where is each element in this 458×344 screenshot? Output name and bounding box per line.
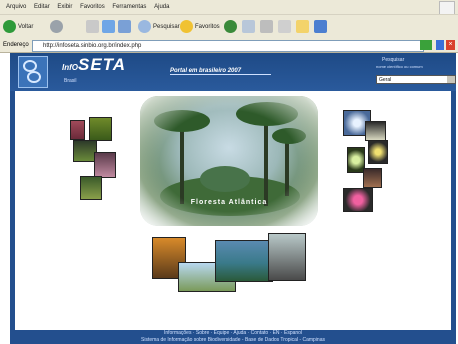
footer-subtitle: Sistema de Informação sobre Biodiversida… bbox=[141, 337, 325, 343]
menu-view[interactable]: Exibir bbox=[57, 4, 72, 10]
thumb-plant-2[interactable] bbox=[89, 117, 112, 141]
history-button[interactable] bbox=[224, 19, 239, 35]
refresh-icon bbox=[102, 19, 115, 33]
stop-icon bbox=[86, 19, 99, 33]
forward-arrow-icon bbox=[50, 19, 63, 33]
back-button[interactable]: Voltar bbox=[3, 19, 33, 35]
thumb-flower-1[interactable] bbox=[70, 120, 85, 140]
address-label: Endereço bbox=[3, 42, 29, 48]
thumb-flower-5[interactable] bbox=[363, 168, 382, 188]
thumb-landscape-3[interactable] bbox=[215, 240, 273, 282]
menu-favorites[interactable]: Favoritos bbox=[80, 4, 105, 10]
menu-edit[interactable]: Editar bbox=[34, 4, 50, 10]
browser-menubar: Arquivo Editar Exibir Favoritos Ferramen… bbox=[0, 0, 458, 15]
close-icon[interactable]: × bbox=[446, 40, 455, 50]
messenger-icon bbox=[314, 19, 327, 33]
search-category-select[interactable]: Geral bbox=[376, 75, 456, 84]
menu-file[interactable]: Arquivo bbox=[6, 4, 26, 10]
site-header: InfOSETA Brasil Portal em brasileiro 200… bbox=[10, 53, 456, 91]
history-icon bbox=[224, 19, 237, 33]
mail-icon bbox=[242, 19, 255, 33]
thumb-landscape-4[interactable] bbox=[268, 233, 306, 281]
folder-icon bbox=[296, 19, 309, 33]
edit-button[interactable] bbox=[278, 19, 293, 35]
minimize-icon[interactable] bbox=[436, 40, 444, 50]
forward-button[interactable] bbox=[50, 19, 65, 35]
print-button[interactable] bbox=[260, 19, 275, 35]
address-input[interactable]: http://infoseta.sinbio.org.br/index.php bbox=[32, 40, 424, 52]
refresh-button[interactable] bbox=[102, 19, 117, 35]
favorites-button[interactable]: Favoritos bbox=[180, 19, 220, 35]
hero-caption: Floresta Atlântica bbox=[190, 199, 268, 206]
browser-toolbar: Voltar Pesquisar Favoritos bbox=[0, 14, 458, 40]
edit-icon bbox=[278, 19, 291, 33]
footer-links[interactable]: Informações · Sobre · Equipe · Ajuda · C… bbox=[10, 330, 456, 337]
thumb-flower-3[interactable] bbox=[368, 140, 388, 164]
mail-button[interactable] bbox=[242, 19, 257, 35]
home-icon bbox=[118, 19, 131, 33]
search-button[interactable]: Pesquisar bbox=[138, 19, 180, 35]
region-label: Brasil bbox=[64, 78, 77, 84]
stop-button[interactable] bbox=[86, 19, 101, 35]
back-arrow-icon bbox=[3, 19, 16, 33]
site-search-label: Pesquisar bbox=[382, 57, 405, 63]
messenger-button[interactable] bbox=[314, 19, 329, 35]
menu-help[interactable]: Ajuda bbox=[154, 4, 169, 10]
thumb-flower-4[interactable] bbox=[94, 152, 116, 178]
site-footer: Informações · Sobre · Equipe · Ajuda · C… bbox=[10, 330, 456, 344]
thumb-flower-2[interactable] bbox=[365, 121, 386, 141]
folder-button[interactable] bbox=[296, 19, 311, 35]
site-brand[interactable]: InfOSETA bbox=[62, 55, 126, 75]
portal-title: Portal em brasileiro 2007 bbox=[170, 68, 272, 75]
thumb-plant-5[interactable] bbox=[80, 176, 102, 200]
menu-tools[interactable]: Ferramentas bbox=[112, 4, 146, 10]
address-bar: Endereço http://infoseta.sinbio.org.br/i… bbox=[0, 38, 458, 53]
infoseta-logo-icon[interactable] bbox=[18, 56, 48, 88]
site-search-hint: nome científico ou comum bbox=[376, 64, 423, 69]
star-icon bbox=[180, 19, 193, 33]
search-icon bbox=[138, 19, 151, 33]
printer-icon bbox=[260, 19, 273, 33]
hero-forest-image[interactable]: Floresta Atlântica bbox=[140, 96, 318, 226]
go-arrow-icon[interactable] bbox=[420, 40, 432, 50]
left-border bbox=[10, 91, 15, 331]
right-border bbox=[451, 91, 456, 331]
home-button[interactable] bbox=[118, 19, 133, 35]
thumb-flower-6[interactable] bbox=[343, 188, 373, 212]
windows-logo-icon bbox=[439, 1, 455, 15]
